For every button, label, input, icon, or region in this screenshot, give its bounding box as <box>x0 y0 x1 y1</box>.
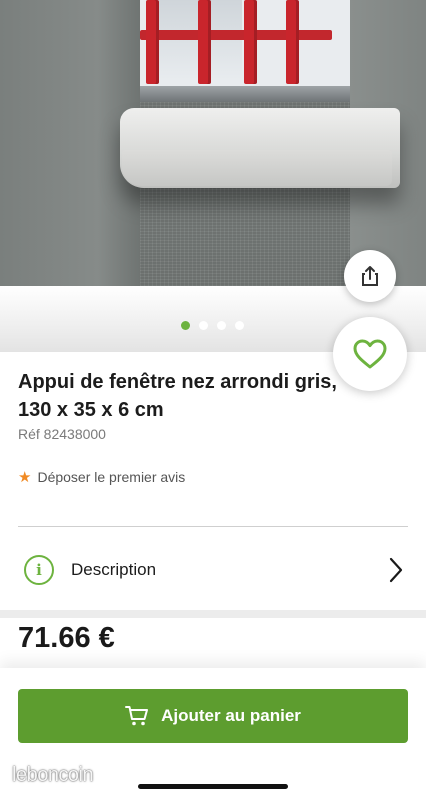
window-sill-nose <box>122 150 392 186</box>
section-separator <box>0 610 426 618</box>
pagination-dot[interactable] <box>217 321 226 330</box>
grille-bar <box>140 30 332 40</box>
favorite-button[interactable] <box>333 317 407 391</box>
leboncoin-watermark: leboncoin <box>12 764 94 786</box>
grille-bar <box>244 0 257 84</box>
chevron-right-icon <box>389 557 403 583</box>
heart-icon <box>353 339 387 369</box>
pagination-dot-active[interactable] <box>181 321 190 330</box>
pagination-dot[interactable] <box>199 321 208 330</box>
gallery-pagination <box>181 321 244 330</box>
divider <box>18 526 408 527</box>
star-icon: ★ <box>18 469 32 486</box>
grille-bar <box>198 0 211 84</box>
product-price: 71.66 € <box>18 622 115 654</box>
window-glass <box>152 0 242 80</box>
window-recess <box>140 86 350 102</box>
info-icon: i <box>24 555 54 585</box>
pagination-dot[interactable] <box>235 321 244 330</box>
review-link-row[interactable]: ★ Déposer le premier avis <box>18 468 185 486</box>
home-indicator[interactable] <box>138 784 288 789</box>
cart-icon <box>125 706 149 726</box>
wall-pillar-left <box>0 0 140 300</box>
share-icon <box>362 266 378 286</box>
description-label: Description <box>71 560 157 579</box>
add-to-cart-button[interactable]: Ajouter au panier <box>18 689 408 743</box>
add-to-cart-label: Ajouter au panier <box>161 706 301 725</box>
description-row[interactable]: i Description <box>18 544 408 596</box>
grille-bar <box>146 0 159 84</box>
product-reference: Réf 82438000 <box>18 426 106 442</box>
grille-bar <box>286 0 299 84</box>
share-button[interactable] <box>344 250 396 302</box>
write-review-link[interactable]: Déposer le premier avis <box>37 469 185 485</box>
product-title: Appui de fenêtre nez arrondi gris, 130 x… <box>18 371 337 421</box>
